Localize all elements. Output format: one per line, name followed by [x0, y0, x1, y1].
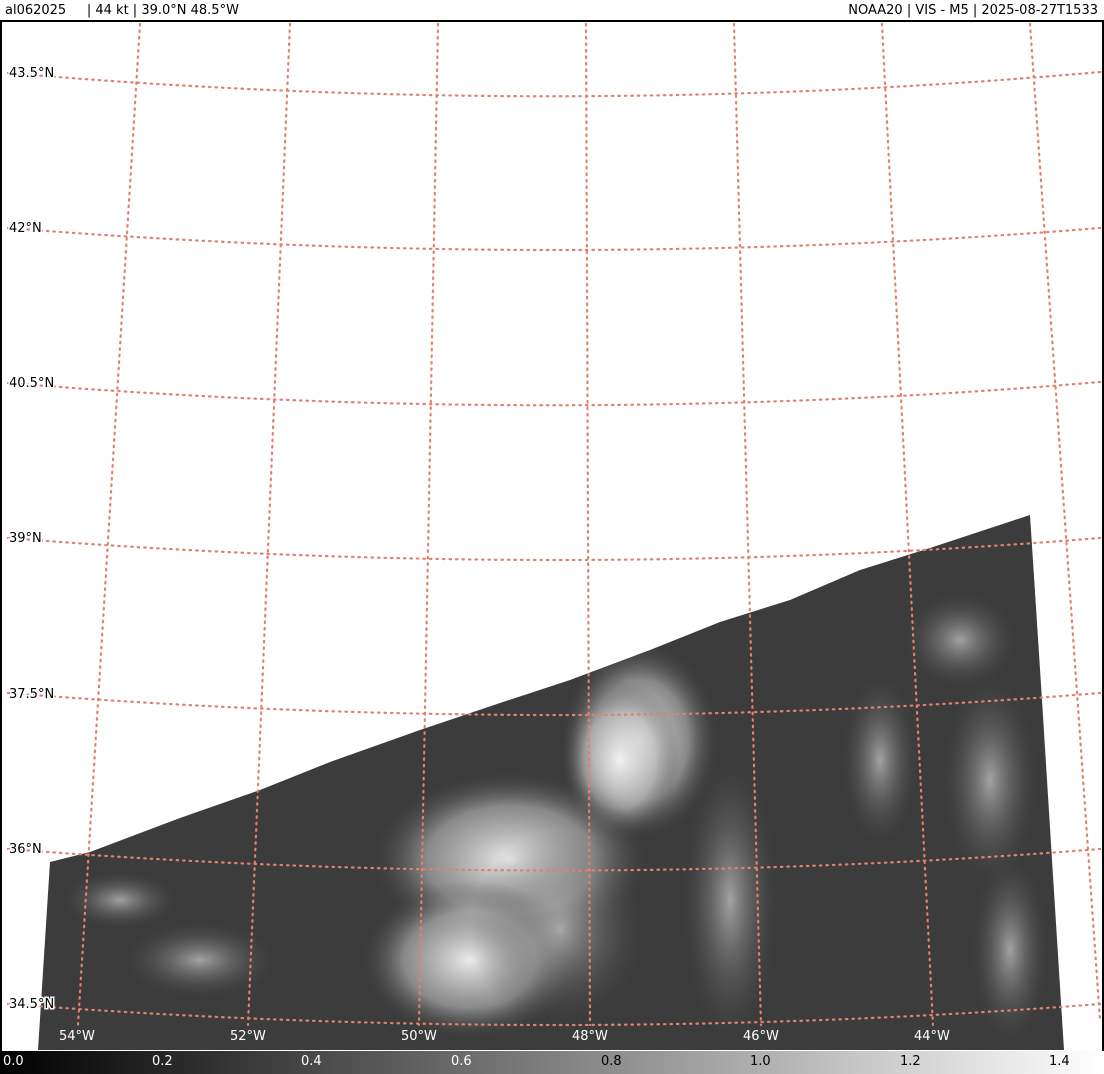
- satellite-info: NOAA20 | VIS - M5 | 2025-08-27T1533: [848, 3, 1098, 18]
- colorbar-tick-5: 1.0: [750, 1054, 771, 1069]
- colorbar: 0.0 0.2 0.4 0.6 0.8 1.0 1.2 1.4: [0, 1051, 1104, 1074]
- lat-label-34-5: 34.5°N: [9, 997, 54, 1012]
- colorbar-tick-1: 0.2: [152, 1054, 173, 1069]
- colorbar-tick-6: 1.2: [900, 1054, 921, 1069]
- lon-label-52: 52°W: [230, 1029, 266, 1044]
- lon-label-46: 46°W: [743, 1029, 779, 1044]
- title-bar: al062025 | 44 kt | 39.0°N 48.5°W NOAA20 …: [0, 0, 1104, 22]
- lon-label-48: 48°W: [572, 1029, 608, 1044]
- gridline-lat-40-5: [6, 380, 1102, 407]
- lon-label-54: 54°W: [59, 1029, 95, 1044]
- gridline-lat-43-5: [6, 70, 1102, 98]
- lon-label-44: 44°W: [914, 1029, 950, 1044]
- colorbar-tick-2: 0.4: [301, 1054, 322, 1069]
- colorbar-tick-0: 0.0: [3, 1054, 24, 1069]
- satellite-map: 43.5°N 42°N 40.5°N 39°N 37.5°N 36°N 34.5…: [6, 22, 1102, 1050]
- lat-label-43-5: 43.5°N: [9, 66, 54, 81]
- lat-label-40-5: 40.5°N: [9, 376, 54, 391]
- lat-label-39: 39°N: [9, 531, 42, 546]
- colorbar-tick-3: 0.6: [451, 1054, 472, 1069]
- lon-label-50: 50°W: [401, 1029, 437, 1044]
- storm-info: al062025 | 44 kt | 39.0°N 48.5°W: [5, 3, 239, 18]
- latitude-labels: 43.5°N 42°N 40.5°N 39°N 37.5°N 36°N 34.5…: [8, 65, 56, 1014]
- gridline-lat-42: [6, 226, 1102, 252]
- colorbar-tick-7: 1.4: [1049, 1054, 1070, 1069]
- lat-label-37-5: 37.5°N: [9, 687, 54, 702]
- lat-label-42: 42°N: [9, 221, 42, 236]
- colorbar-tick-4: 0.8: [601, 1054, 622, 1069]
- lat-label-36: 36°N: [9, 842, 42, 857]
